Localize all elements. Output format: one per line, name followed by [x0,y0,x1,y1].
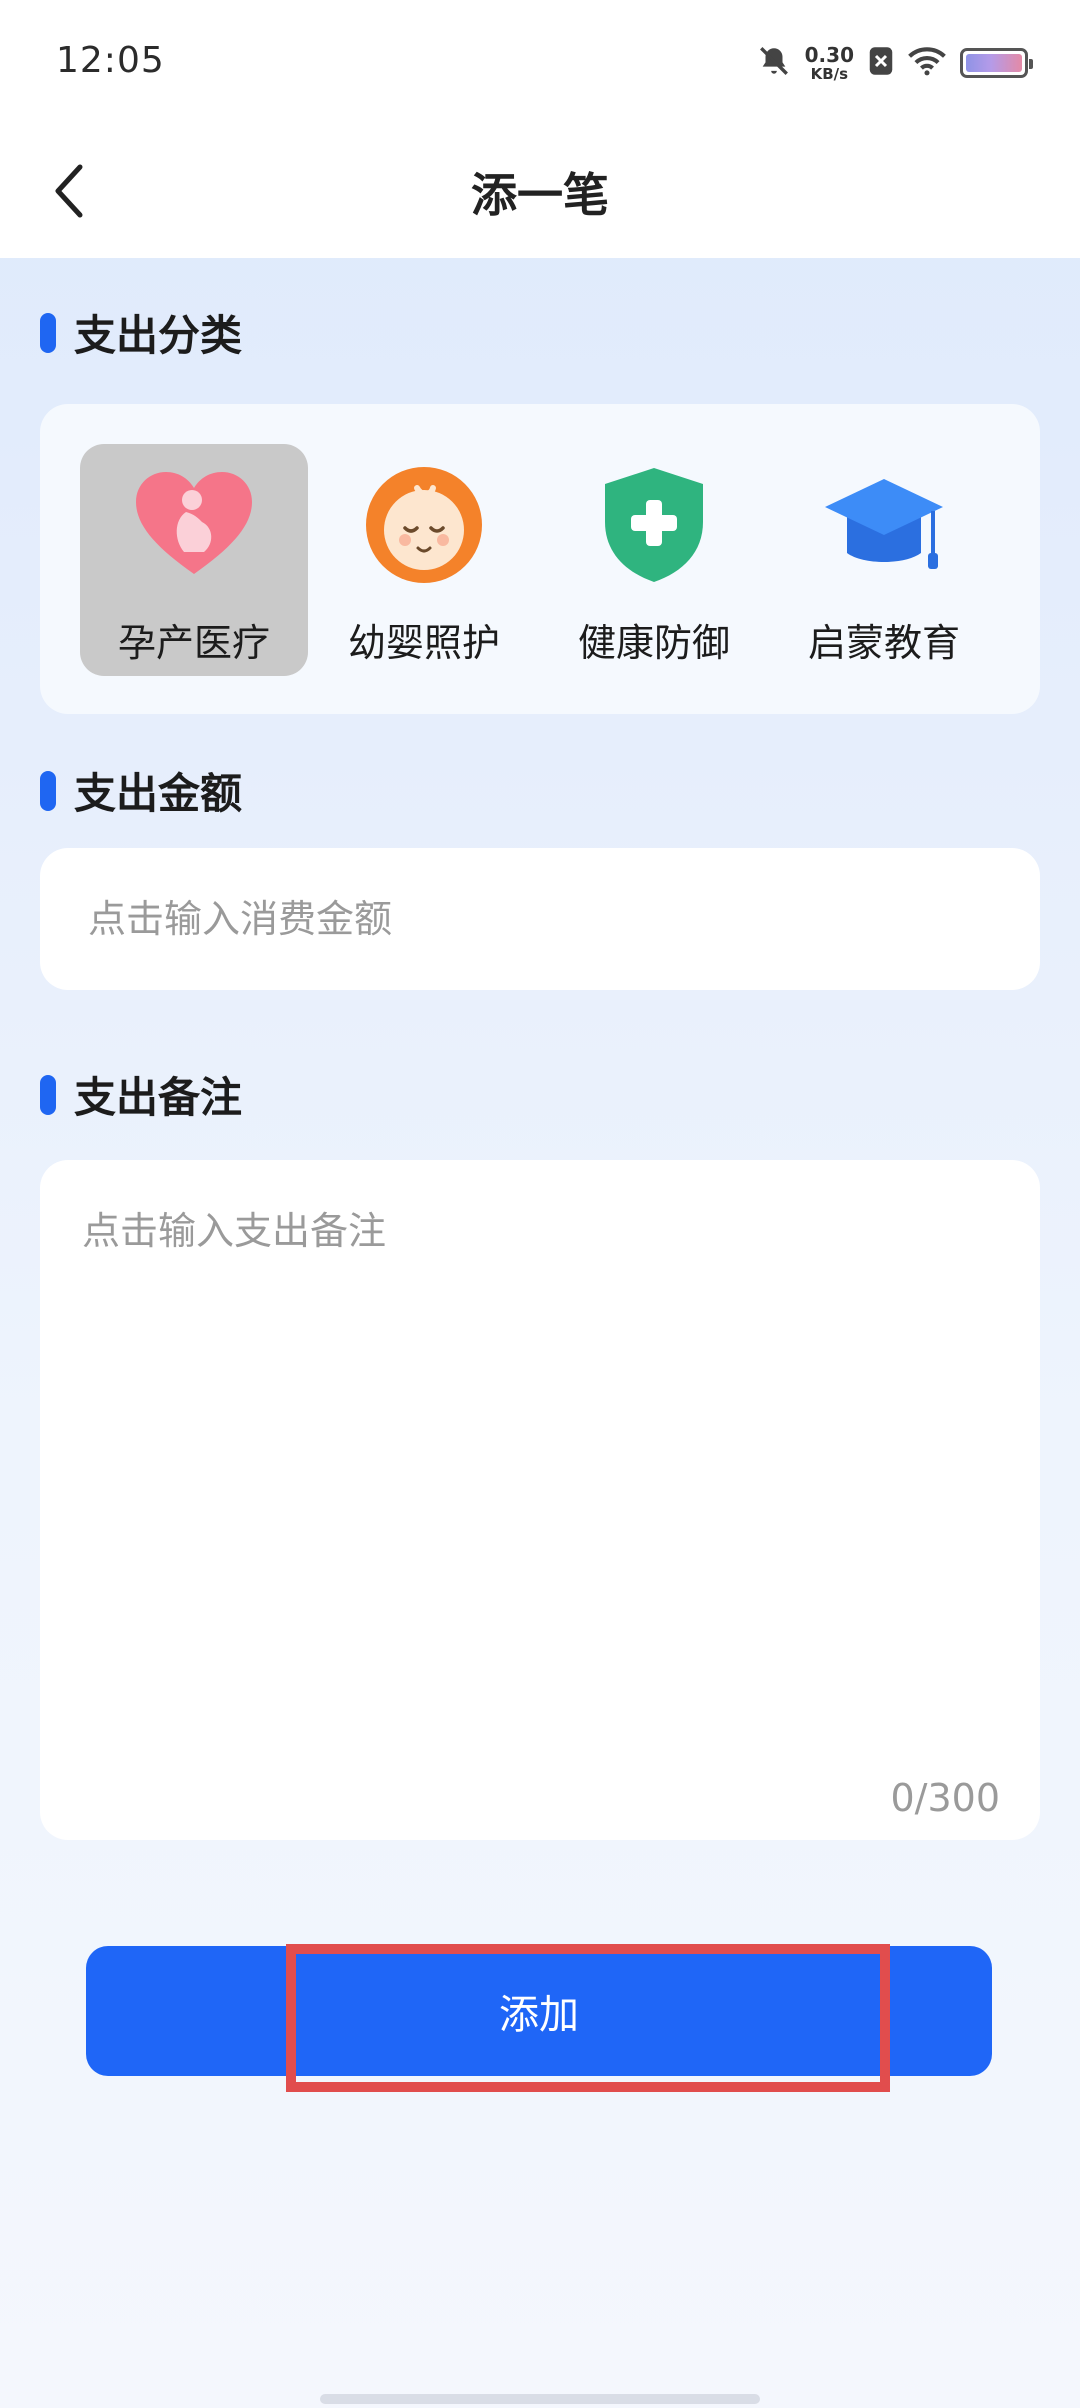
section-title-category: 支出分类 [40,302,242,363]
note-card: 0/300 [40,1160,1040,1840]
wifi-icon [908,46,946,80]
category-label: 健康防御 [577,621,730,665]
net-speed: 0.30 KB/s [805,45,854,82]
add-button-label: 添加 [499,1992,579,2038]
bell-muted-icon [757,44,791,82]
page-title: 添一笔 [471,168,609,222]
net-speed-unit: KB/s [810,64,849,83]
graduation-cap-icon [819,460,949,590]
category-item-health[interactable]: 健康防御 [540,444,768,676]
net-speed-value: 0.30 [804,42,854,67]
section-title-text: 支出金额 [74,769,243,818]
status-time: 12:05 [56,40,165,81]
section-title-note: 支出备注 [40,1064,242,1125]
category-label: 启蒙教育 [807,621,960,665]
section-marker [40,312,56,353]
battery-icon [960,48,1033,78]
status-icons: 0.30 KB/s [757,38,1033,88]
category-label: 孕产医疗 [117,621,270,665]
pregnancy-heart-icon [129,460,259,590]
baby-face-icon [359,460,489,590]
header: 添一笔 [0,128,1080,258]
section-title-amount: 支出金额 [40,760,242,821]
health-shield-icon [589,460,719,590]
section-title-text: 支出备注 [74,1073,243,1122]
category-card: 孕产医疗 幼婴照护 健康防御 启蒙教育 [40,404,1040,714]
sim-blocked-icon [868,46,894,80]
section-marker [40,1074,56,1115]
home-indicator [320,2394,760,2404]
add-button[interactable]: 添加 [86,1946,992,2076]
section-title-text: 支出分类 [74,311,243,360]
category-item-education[interactable]: 启蒙教育 [770,444,998,676]
status-bar: 12:05 0.30 KB/s [0,0,1080,128]
char-counter: 0/300 [890,1776,1000,1820]
category-label: 幼婴照护 [347,621,500,665]
amount-card [40,848,1040,990]
note-input[interactable] [82,1200,1002,1760]
section-marker [40,770,56,811]
amount-input[interactable] [88,848,988,990]
category-item-infant-care[interactable]: 幼婴照护 [310,444,538,676]
category-item-maternity[interactable]: 孕产医疗 [80,444,308,676]
